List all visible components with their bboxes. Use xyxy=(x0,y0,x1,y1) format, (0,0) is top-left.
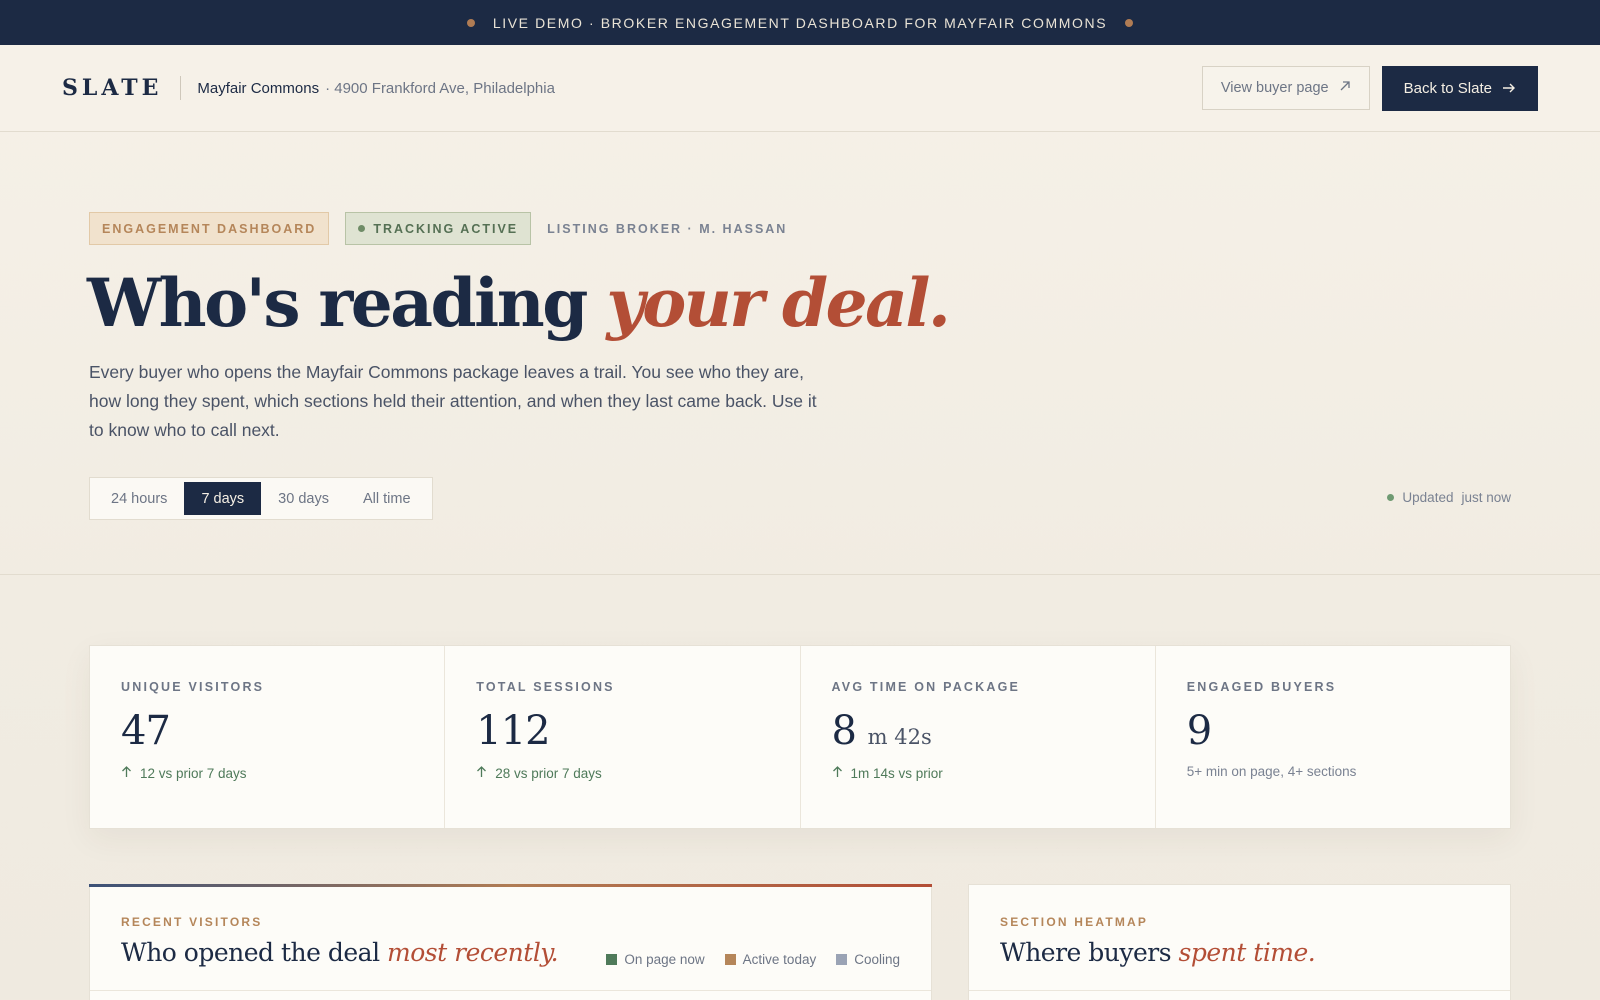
property-address: · 4900 Frankford Ave, Philadelphia xyxy=(325,79,555,97)
stat-label: AVG TIME ON PACKAGE xyxy=(831,680,1021,694)
legend-label: Cooling xyxy=(854,952,900,967)
banner-dot-right xyxy=(1125,18,1134,27)
legend-active-today: Active today xyxy=(724,952,817,967)
stat-value: 112 xyxy=(476,708,768,754)
updated-label: Updated xyxy=(1402,490,1454,505)
time-range-selector: 24 hours 7 days 30 days All time xyxy=(89,477,433,520)
stat-label: TOTAL SESSIONS xyxy=(476,680,615,694)
brand-divider xyxy=(180,76,182,100)
recent-title-accent: most recently. xyxy=(387,938,559,967)
legend-label: On page now xyxy=(624,952,705,967)
visitor-status-legend: On page now Active today Cooling xyxy=(606,952,900,967)
property-name: Mayfair Commons xyxy=(197,79,320,97)
arrow-right-icon xyxy=(1502,80,1516,97)
stat-note: 5+ min on page, 4+ sections xyxy=(1186,764,1357,779)
hero-section: ENGAGEMENT DASHBOARD TRACKING ACTIVE LIS… xyxy=(0,132,1600,575)
brand: SLATE Mayfair Commons · 4900 Frankford A… xyxy=(62,75,555,101)
banner-dot-left xyxy=(466,18,475,27)
arrow-up-icon xyxy=(832,766,843,781)
heatmap-title-main: Where buyers xyxy=(1000,938,1172,967)
hero-tags: ENGAGEMENT DASHBOARD TRACKING ACTIVE LIS… xyxy=(89,212,787,245)
tracking-active-label: TRACKING ACTIVE xyxy=(373,221,519,236)
stat-avg-time: AVG TIME ON PACKAGE 8 m 42s 1m 14s vs pr… xyxy=(801,646,1156,828)
stat-delta: 12 vs prior 7 days xyxy=(121,766,413,781)
range-30-days[interactable]: 30 days xyxy=(261,482,346,515)
stat-number: 112 xyxy=(476,708,550,754)
stat-delta-text: 12 vs prior 7 days xyxy=(140,766,247,781)
range-7-days[interactable]: 7 days xyxy=(184,482,262,515)
legend-on-page-now: On page now xyxy=(606,952,705,967)
stat-number: 47 xyxy=(121,708,171,754)
stat-delta: 1m 14s vs prior xyxy=(832,766,1124,781)
panel-divider xyxy=(969,990,1510,991)
stats-row: UNIQUE VISITORS 47 12 vs prior 7 days TO… xyxy=(89,645,1511,829)
arrow-up-icon xyxy=(121,766,132,781)
panel-divider xyxy=(90,990,931,991)
title-main: Who's reading xyxy=(87,264,588,342)
status-dot-icon xyxy=(358,225,366,232)
stat-unique-visitors: UNIQUE VISITORS 47 12 vs prior 7 days xyxy=(90,646,446,828)
recent-visitors-title: Who opened the deal most recently. xyxy=(121,938,559,967)
external-link-icon xyxy=(1339,80,1351,96)
header-actions: View buyer page Back to Slate xyxy=(1201,65,1538,111)
arrow-up-icon xyxy=(476,766,487,781)
stat-unit: m 42s xyxy=(867,725,932,749)
legend-swatch-orange xyxy=(724,954,736,965)
section-heatmap-panel: SECTION HEATMAP Where buyers spent time. xyxy=(968,884,1511,1000)
live-dot-icon xyxy=(1387,494,1395,501)
stat-label: UNIQUE VISITORS xyxy=(121,680,265,694)
listing-broker-label: LISTING BROKER · M. HASSAN xyxy=(547,221,788,236)
recent-visitors-eyebrow: RECENT VISITORS xyxy=(121,915,263,929)
hero-description: Every buyer who opens the Mayfair Common… xyxy=(89,362,817,440)
legend-label: Active today xyxy=(742,952,817,967)
title-accent: your deal. xyxy=(606,264,951,342)
heatmap-title: Where buyers spent time. xyxy=(1000,938,1316,967)
legend-cooling: Cooling xyxy=(836,952,900,967)
heatmap-eyebrow: SECTION HEATMAP xyxy=(1000,915,1149,929)
updated-value: just now xyxy=(1461,490,1511,505)
heatmap-title-accent: spent time. xyxy=(1178,938,1316,967)
back-to-slate-button[interactable]: Back to Slate xyxy=(1381,65,1538,111)
banner-text: LIVE DEMO · BROKER ENGAGEMENT DASHBOARD … xyxy=(492,14,1108,31)
back-to-slate-label: Back to Slate xyxy=(1403,79,1492,97)
legend-swatch-green xyxy=(606,954,618,965)
range-24-hours[interactable]: 24 hours xyxy=(94,482,184,515)
page-title: Who's reading your deal. xyxy=(87,264,951,342)
demo-banner: LIVE DEMO · BROKER ENGAGEMENT DASHBOARD … xyxy=(0,0,1600,45)
stat-delta: 28 vs prior 7 days xyxy=(476,766,768,781)
stat-total-sessions: TOTAL SESSIONS 112 28 vs prior 7 days xyxy=(445,646,801,828)
stat-label: ENGAGED BUYERS xyxy=(1186,680,1337,694)
recent-visitors-panel: RECENT VISITORS Who opened the deal most… xyxy=(89,884,932,1000)
range-all-time[interactable]: All time xyxy=(346,482,428,515)
stat-number: 9 xyxy=(1186,708,1212,754)
updated-status: Updated just now xyxy=(1387,490,1511,505)
stat-value: 8 m 42s xyxy=(832,708,1124,754)
stat-number: 8 xyxy=(831,708,857,754)
stat-delta-text: 1m 14s vs prior xyxy=(850,766,943,781)
slate-logo[interactable]: SLATE xyxy=(62,75,162,101)
stat-delta-text: 28 vs prior 7 days xyxy=(495,766,602,781)
stat-value: 47 xyxy=(121,708,413,754)
tracking-active-badge: TRACKING ACTIVE xyxy=(345,212,532,245)
stat-value: 9 xyxy=(1187,708,1479,754)
view-buyer-page-label: View buyer page xyxy=(1220,80,1329,96)
view-buyer-page-button[interactable]: View buyer page xyxy=(1201,66,1370,110)
stat-engaged-buyers: ENGAGED BUYERS 9 5+ min on page, 4+ sect… xyxy=(1156,646,1510,828)
recent-title-main: Who opened the deal xyxy=(121,938,380,967)
top-header: SLATE Mayfair Commons · 4900 Frankford A… xyxy=(0,45,1600,132)
legend-swatch-gray xyxy=(836,954,848,965)
engagement-dashboard-tag: ENGAGEMENT DASHBOARD xyxy=(89,212,330,245)
